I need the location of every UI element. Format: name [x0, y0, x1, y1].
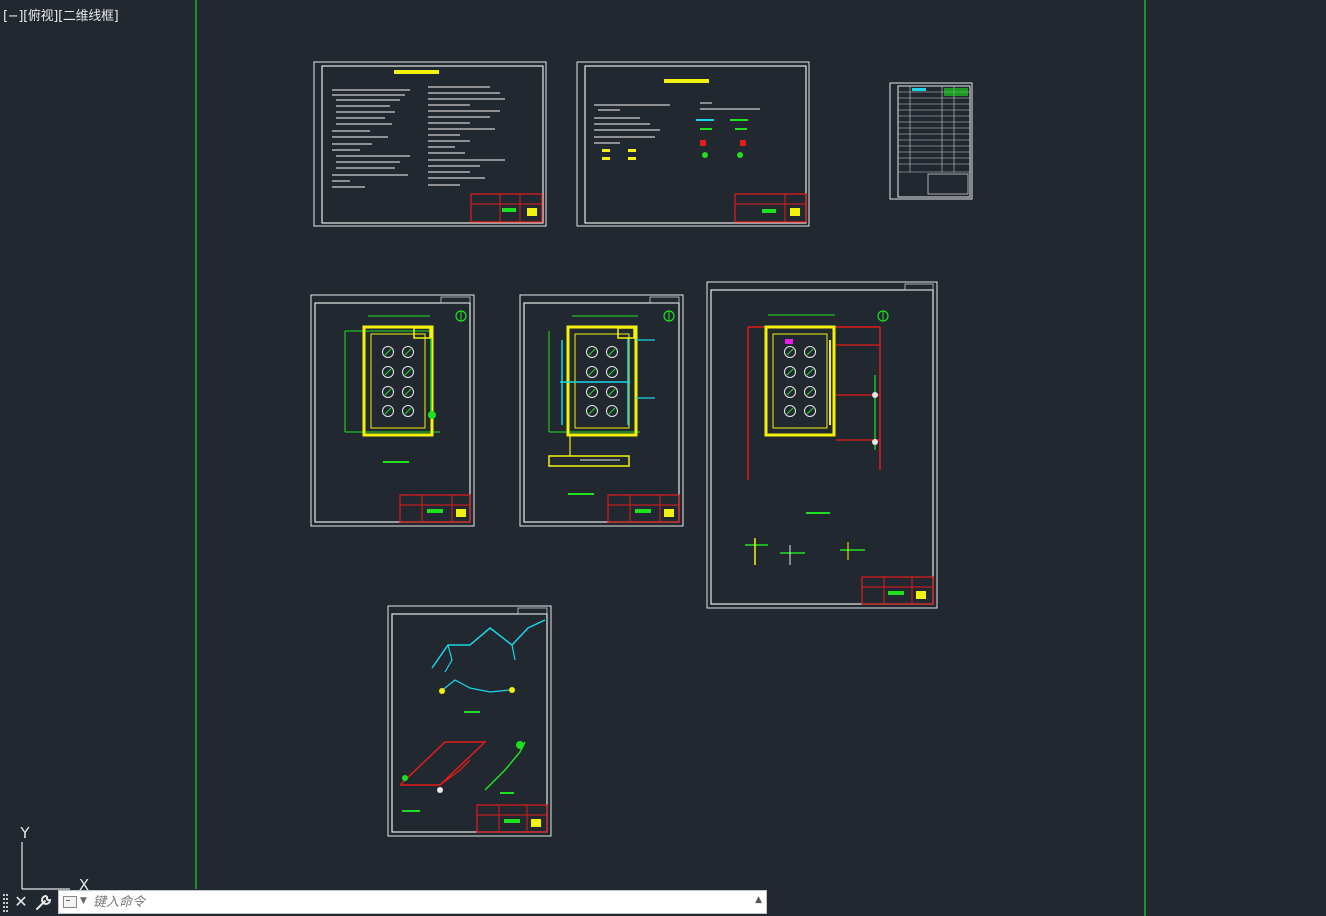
command-prompt-icon[interactable]	[63, 896, 77, 908]
grip-handle[interactable]	[3, 894, 9, 912]
ucs-icon: Y X	[19, 824, 89, 894]
legend-symbols	[602, 119, 748, 160]
sheet-design-notes[interactable]	[313, 61, 547, 227]
drawing-canvas[interactable]: Y X	[0, 0, 1326, 916]
pipe-red	[399, 741, 487, 786]
sheet-isometric-system[interactable]	[387, 605, 552, 837]
chevron-up-icon[interactable]: ▲	[755, 895, 762, 905]
sheet-plan-1[interactable]	[310, 294, 475, 527]
chevron-down-icon[interactable]: ▼	[80, 896, 87, 906]
command-input[interactable]	[93, 892, 743, 912]
close-icon[interactable]: ✕	[13, 892, 29, 912]
title-block	[470, 193, 543, 223]
title-block	[476, 804, 548, 833]
ucs-y-label: Y	[19, 824, 30, 842]
sheet-plan-3[interactable]	[706, 281, 938, 609]
pipe-green	[484, 741, 526, 791]
sheet-drawing-index[interactable]	[889, 82, 973, 200]
title-block	[607, 494, 680, 523]
sheet-legend[interactable]	[576, 61, 810, 227]
command-input-box[interactable]: ▼ ▲	[58, 890, 767, 914]
title-block	[861, 576, 934, 605]
sheet-plan-2[interactable]	[519, 294, 684, 527]
notes-text-lines	[332, 86, 505, 188]
title-block	[399, 494, 471, 523]
wrench-icon[interactable]	[34, 892, 54, 912]
command-line: ✕ ▼ ▲	[0, 889, 768, 916]
title-block	[734, 193, 807, 223]
pipe-cyan	[431, 619, 546, 669]
detail-symbols	[745, 538, 865, 565]
tank-array	[382, 346, 414, 417]
